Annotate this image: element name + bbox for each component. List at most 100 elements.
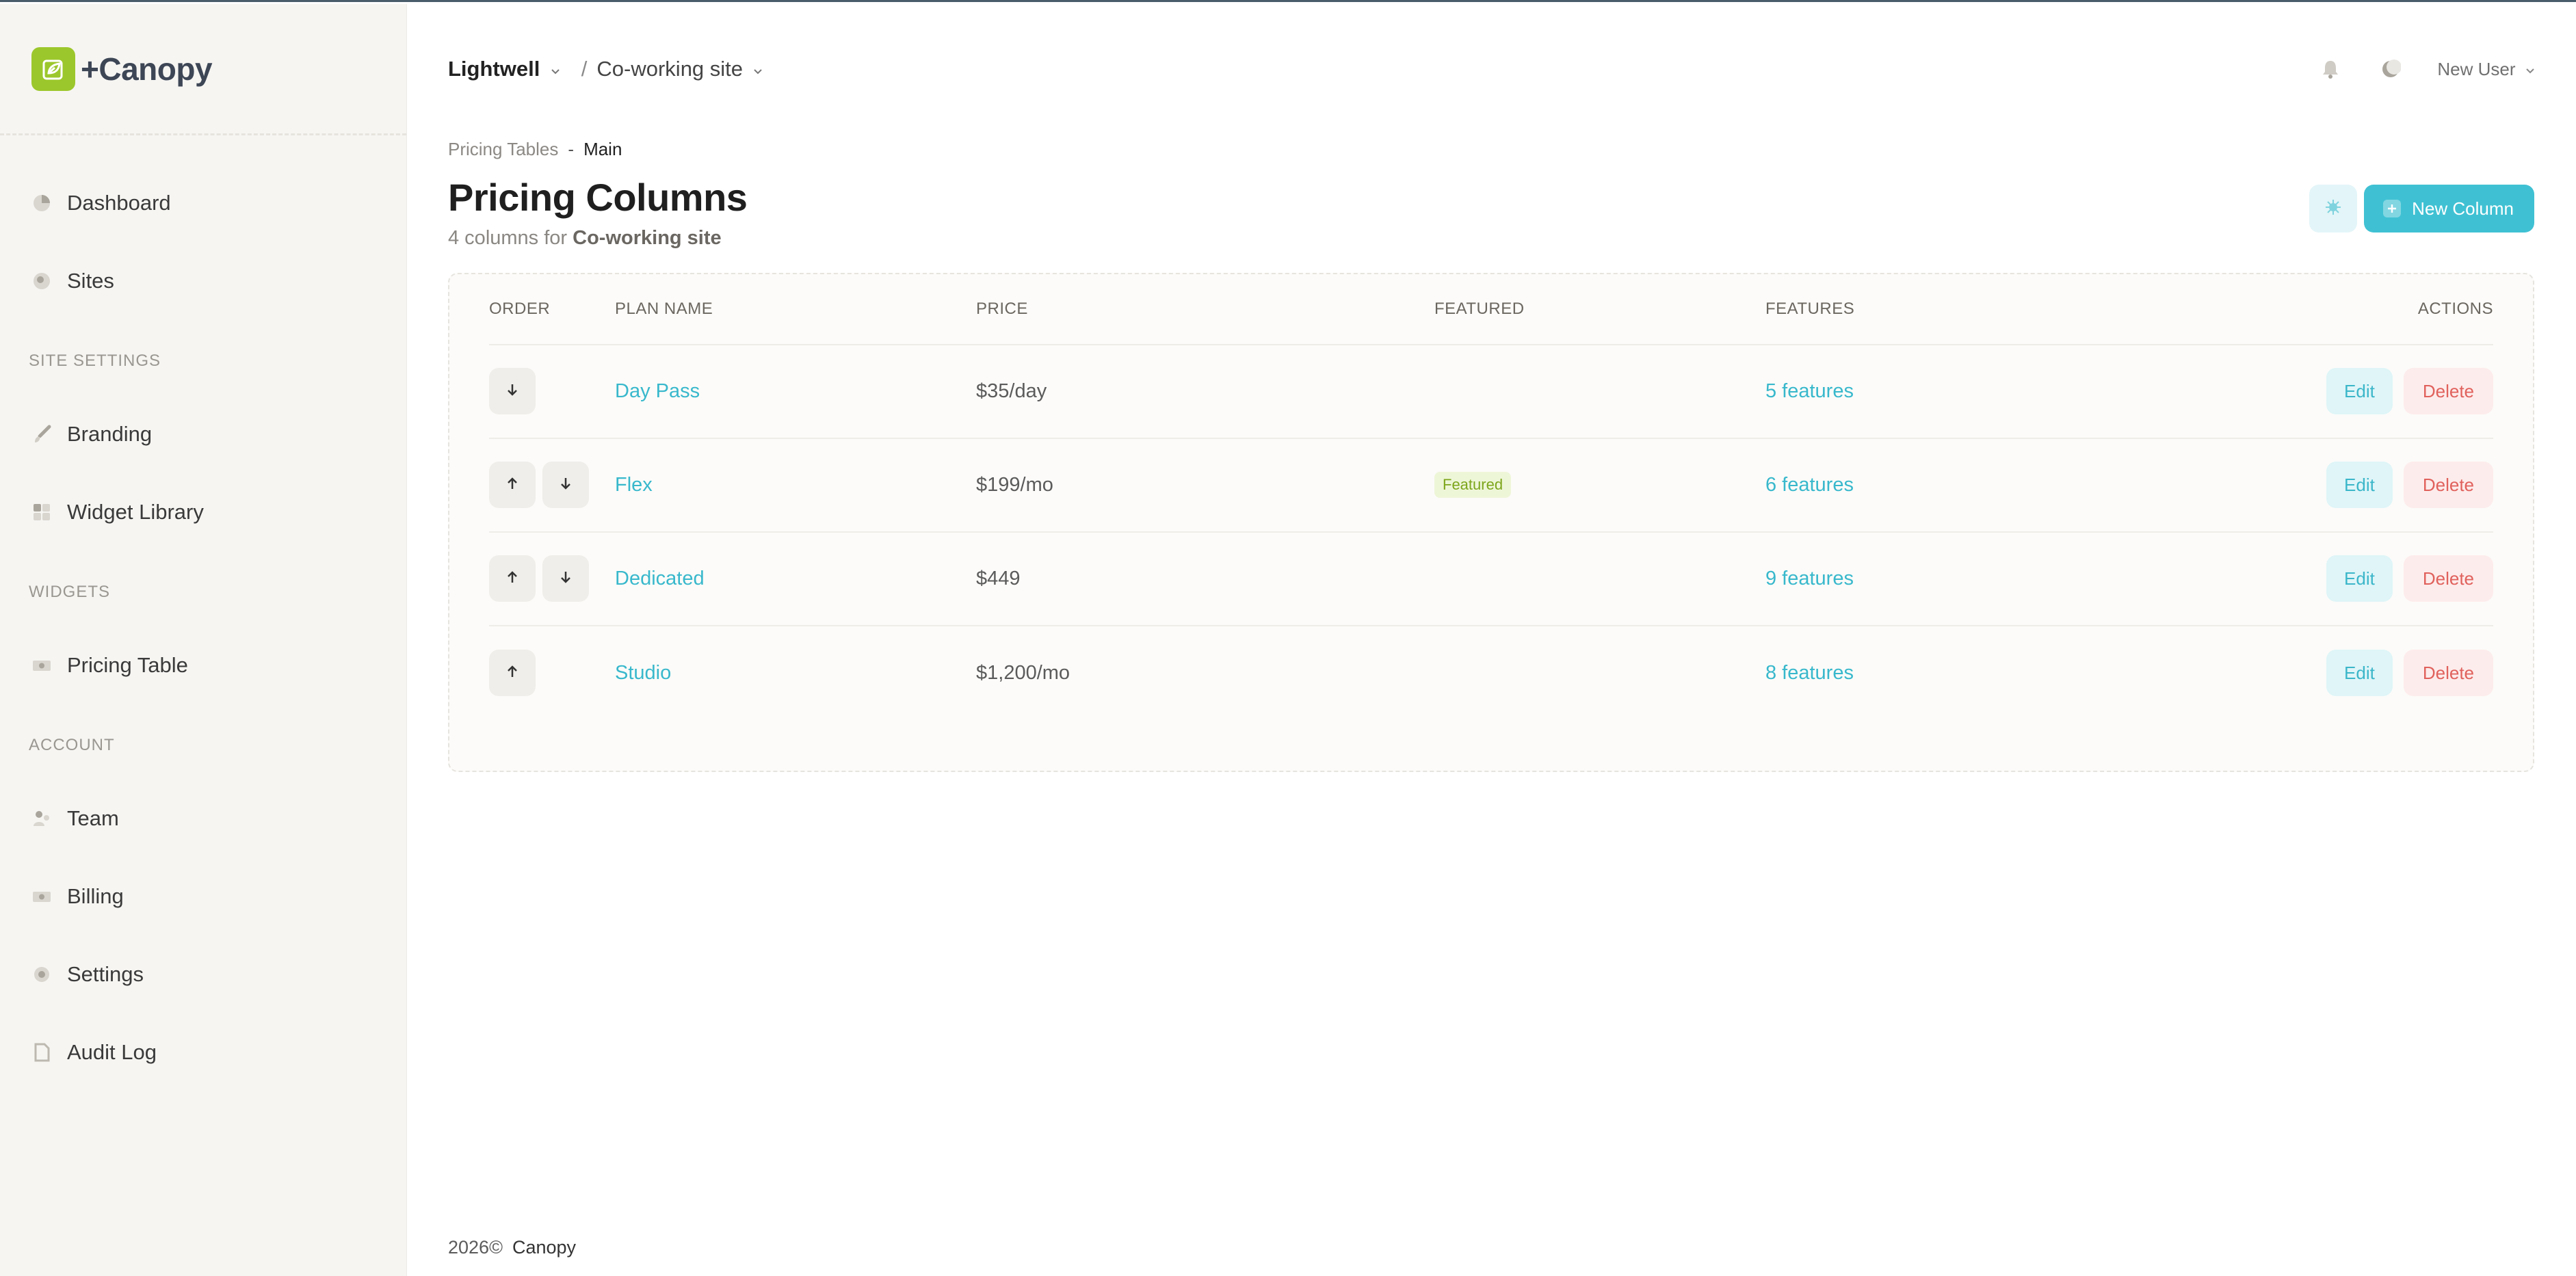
org-switcher[interactable]: Lightwell — [448, 57, 561, 81]
subtitle-site: Co-working site — [573, 226, 722, 249]
breadcrumb-separator: - — [568, 138, 575, 159]
topbar-actions: New User — [2317, 55, 2535, 83]
section-heading-site-settings: SITE SETTINGS — [29, 351, 161, 370]
move-up-button[interactable] — [489, 462, 536, 509]
edit-button[interactable]: Edit — [2326, 368, 2393, 415]
site-name: Co-working site — [596, 57, 744, 81]
sidebar: +Canopy Dashboard Sites SITE SETTINGS Br… — [0, 4, 407, 1276]
sidebar-item-billing[interactable]: Billing — [0, 858, 406, 935]
team-icon — [30, 807, 53, 830]
delete-button[interactable]: Delete — [2403, 650, 2493, 697]
pricing-columns-table: ORDER PLAN NAME PRICE FEATURED FEATURES … — [448, 272, 2534, 772]
sidebar-item-dashboard[interactable]: Dashboard — [0, 164, 406, 242]
page-actions: New Column — [2309, 185, 2534, 232]
sidebar-item-team[interactable]: Team — [0, 780, 406, 858]
sidebar-item-label: Billing — [67, 884, 124, 908]
arrow-down-icon — [505, 380, 519, 403]
new-column-label: New Column — [2412, 198, 2514, 219]
sidebar-item-label: Team — [67, 806, 119, 830]
edit-button[interactable]: Edit — [2326, 650, 2393, 697]
plan-price: $35/day — [976, 380, 1047, 402]
footer: 2026© Canopy — [448, 1237, 576, 1258]
header-featured: FEATURED — [1434, 299, 1525, 318]
row-actions: Edit Delete — [2005, 650, 2493, 697]
sidebar-item-audit-log[interactable]: Audit Log — [0, 1013, 406, 1091]
breadcrumb-current: Main — [583, 138, 622, 159]
footer-company: Canopy — [512, 1237, 577, 1258]
plus-icon — [2383, 200, 2402, 217]
sidebar-item-sites[interactable]: Sites — [0, 242, 406, 320]
arrow-up-icon — [505, 662, 519, 684]
breadcrumb: Pricing Tables - Main — [448, 135, 2534, 163]
brand-name: +Canopy — [81, 51, 213, 87]
edit-button[interactable]: Edit — [2326, 462, 2393, 509]
move-up-button[interactable] — [489, 650, 536, 697]
move-up-button[interactable] — [489, 555, 536, 602]
chevron-down-icon — [550, 67, 561, 79]
move-down-button[interactable] — [542, 555, 589, 602]
subtitle-count: 4 columns for — [448, 226, 568, 249]
table-row: Studio $1,200/mo 8 features Edit Delete — [489, 626, 2493, 720]
features-link[interactable]: 6 features — [1765, 474, 2005, 496]
features-link[interactable]: 9 features — [1765, 568, 2005, 590]
header-actions: ACTIONS — [2417, 299, 2493, 318]
bell-icon[interactable] — [2317, 55, 2344, 83]
document-icon — [30, 1041, 53, 1064]
user-menu[interactable]: New User — [2437, 59, 2535, 80]
featured-badge: Featured — [1434, 472, 1512, 499]
org-name: Lightwell — [448, 57, 540, 81]
page-subtitle: 4 columns for Co-working site — [448, 227, 747, 250]
sparkle-icon — [2324, 198, 2342, 220]
globe-icon — [30, 269, 53, 293]
delete-button[interactable]: Delete — [2403, 462, 2493, 509]
chevron-down-icon — [752, 67, 763, 79]
page-title: Pricing Columns — [448, 176, 748, 219]
plan-price: $1,200/mo — [976, 661, 1070, 684]
sidebar-item-label: Pricing Table — [67, 653, 188, 677]
section-heading-widgets: WIDGETS — [29, 583, 110, 601]
money-icon — [30, 654, 53, 677]
features-link[interactable]: 8 features — [1765, 662, 2005, 684]
move-down-button[interactable] — [489, 368, 536, 415]
table-header: ORDER PLAN NAME PRICE FEATURED FEATURES … — [489, 274, 2493, 345]
move-down-button[interactable] — [542, 462, 589, 509]
section-heading-account: ACCOUNT — [29, 736, 115, 754]
plan-name-link[interactable]: Studio — [615, 662, 976, 684]
moon-icon[interactable] — [2377, 55, 2404, 83]
settings-button[interactable] — [2309, 185, 2358, 232]
sidebar-item-pricing-table[interactable]: Pricing Table — [0, 626, 406, 704]
topbar: Lightwell / Co-working site New User — [407, 4, 2576, 134]
breadcrumb-separator: / — [581, 57, 588, 81]
edit-button[interactable]: Edit — [2326, 555, 2393, 602]
order-controls — [489, 462, 615, 509]
row-actions: Edit Delete — [2005, 462, 2493, 509]
new-column-button[interactable]: New Column — [2364, 185, 2534, 232]
gear-icon — [30, 963, 53, 986]
row-actions: Edit Delete — [2005, 368, 2493, 415]
plan-name-link[interactable]: Dedicated — [615, 568, 976, 590]
footer-year: 2026© — [448, 1237, 503, 1258]
breadcrumb-parent-link[interactable]: Pricing Tables — [448, 139, 558, 160]
header-price: PRICE — [976, 299, 1028, 318]
plan-name-link[interactable]: Flex — [615, 474, 976, 496]
sidebar-item-widget-library[interactable]: Widget Library — [0, 473, 406, 551]
sidebar-item-settings[interactable]: Settings — [0, 935, 406, 1013]
order-controls — [489, 368, 615, 415]
order-controls — [489, 650, 615, 697]
sidebar-item-label: Branding — [67, 422, 153, 446]
features-link[interactable]: 5 features — [1765, 380, 2005, 403]
brand[interactable]: +Canopy — [0, 4, 406, 135]
site-switcher[interactable]: Co-working site — [596, 57, 763, 81]
title-row: Pricing Columns 4 columns for Co-working… — [448, 176, 2534, 250]
sidebar-item-label: Settings — [67, 962, 144, 986]
delete-button[interactable]: Delete — [2403, 368, 2493, 415]
plan-name-link[interactable]: Day Pass — [615, 380, 976, 403]
header-order: ORDER — [489, 299, 551, 318]
sidebar-item-branding[interactable]: Branding — [0, 395, 406, 473]
money-icon — [30, 885, 53, 908]
arrow-down-icon — [559, 474, 573, 496]
table-row: Dedicated $449 9 features Edit Delete — [489, 533, 2493, 626]
delete-button[interactable]: Delete — [2403, 555, 2493, 602]
table-row: Day Pass $35/day 5 features Edit Delete — [489, 345, 2493, 439]
grid-icon — [30, 501, 53, 524]
